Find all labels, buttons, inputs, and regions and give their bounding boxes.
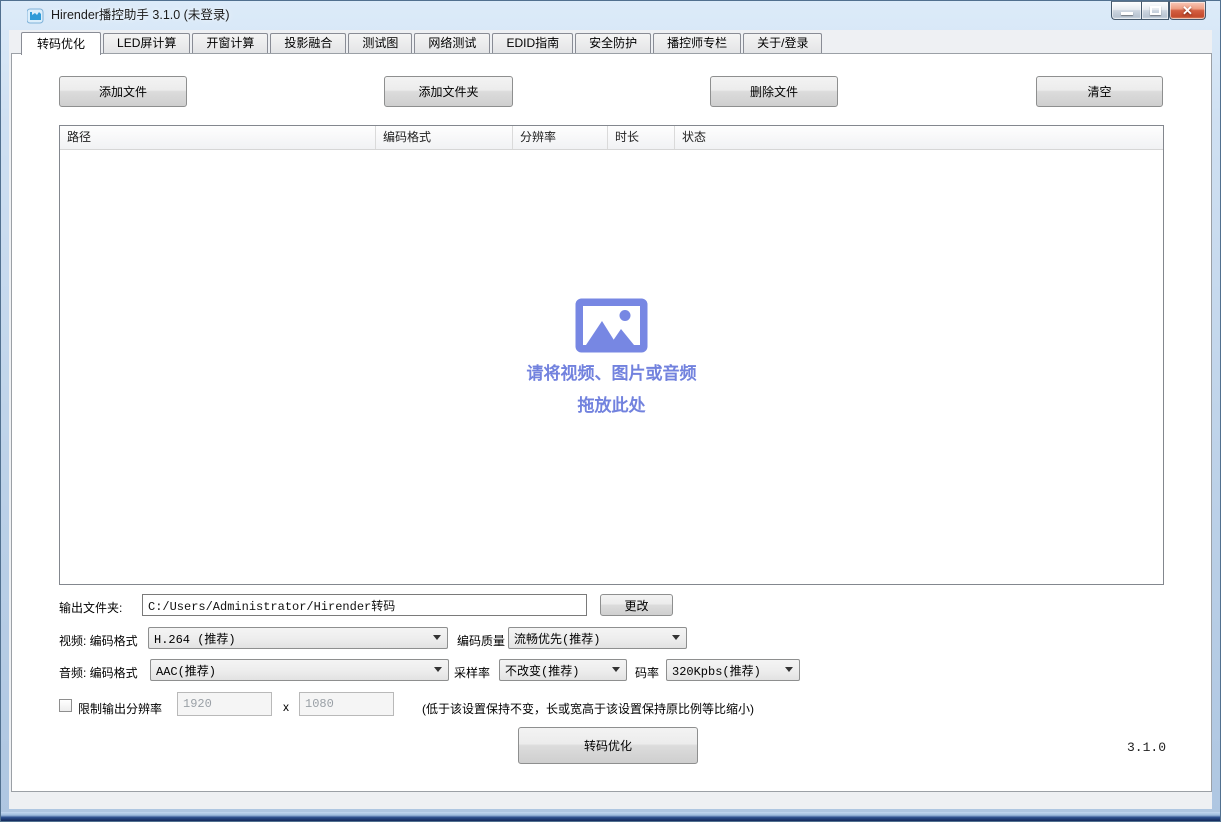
close-button[interactable]: ✕ <box>1169 1 1206 20</box>
drop-zone[interactable]: 请将视频、图片或音频 拖放此处 <box>60 298 1163 414</box>
video-codec-select[interactable]: H.264 (推荐) <box>148 627 448 649</box>
transcode-button[interactable]: 转码优化 <box>518 727 698 764</box>
limit-resolution-checkbox[interactable] <box>59 699 72 712</box>
chevron-down-icon <box>612 667 620 672</box>
drop-hint-line2: 拖放此处 <box>60 397 1163 414</box>
file-table[interactable]: 路径 编码格式 分辨率 时长 状态 请将视频、图片或音频 拖放此处 <box>59 125 1164 585</box>
tab-transcode[interactable]: 转码优化 <box>21 32 101 55</box>
maximize-button[interactable] <box>1141 1 1169 20</box>
image-icon <box>575 298 648 353</box>
column-header-status[interactable]: 状态 <box>675 126 1163 149</box>
tab-security[interactable]: 安全防护 <box>575 33 651 53</box>
tab-about-login[interactable]: 关于/登录 <box>743 33 822 53</box>
title-bar: Hirender播控助手 3.1.0 (未登录) ✕ <box>1 1 1220 30</box>
tab-led-screen-calc[interactable]: LED屏计算 <box>103 33 190 53</box>
tab-window-calc[interactable]: 开窗计算 <box>192 33 268 53</box>
close-icon: ✕ <box>1182 4 1193 17</box>
tab-operator-column[interactable]: 播控师专栏 <box>653 33 741 53</box>
tab-bar: 转码优化 LED屏计算 开窗计算 投影融合 测试图 网络测试 EDID指南 安全… <box>21 32 824 54</box>
column-header-duration[interactable]: 时长 <box>608 126 675 149</box>
transcode-page: 添加文件 添加文件夹 删除文件 清空 路径 编码格式 分辨率 时长 状态 <box>11 53 1212 792</box>
maximize-icon <box>1150 6 1161 15</box>
sample-rate-label: 采样率 <box>454 664 490 681</box>
video-quality-select[interactable]: 流畅优先(推荐) <box>508 627 687 649</box>
audio-codec-label: 音频: 编码格式 <box>59 664 138 681</box>
version-label: 3.1.0 <box>1127 740 1166 755</box>
bitrate-value: 320Kpbs(推荐) <box>672 662 761 679</box>
bitrate-select[interactable]: 320Kpbs(推荐) <box>666 659 800 681</box>
resolution-note: (低于该设置保持不变，长或宽高于该设置保持原比例等比缩小) <box>422 700 754 717</box>
column-header-resolution[interactable]: 分辨率 <box>513 126 608 149</box>
bitrate-label: 码率 <box>635 664 659 681</box>
app-window: Hirender播控助手 3.1.0 (未登录) ✕ 转码优化 LED屏计算 开… <box>0 0 1221 822</box>
video-codec-value: H.264 (推荐) <box>154 630 236 647</box>
tab-projection-fusion[interactable]: 投影融合 <box>270 33 346 53</box>
tab-network-test[interactable]: 网络测试 <box>414 33 490 53</box>
sample-rate-select[interactable]: 不改变(推荐) <box>499 659 627 681</box>
video-codec-label: 视频: 编码格式 <box>59 632 138 649</box>
clear-button[interactable]: 清空 <box>1036 76 1163 107</box>
output-folder-label: 输出文件夹: <box>59 599 122 616</box>
resolution-separator: x <box>283 700 289 714</box>
height-limit-input[interactable] <box>299 692 394 716</box>
video-quality-value: 流畅优先(推荐) <box>514 630 600 647</box>
chevron-down-icon <box>434 667 442 672</box>
delete-file-button[interactable]: 删除文件 <box>710 76 838 107</box>
limit-resolution-label[interactable]: 限制输出分辨率 <box>78 700 162 717</box>
minimize-button[interactable] <box>1111 1 1141 20</box>
output-folder-input[interactable] <box>142 594 587 616</box>
window-controls: ✕ <box>1111 1 1206 20</box>
column-header-path[interactable]: 路径 <box>60 126 376 149</box>
audio-codec-value: AAC(推荐) <box>156 662 216 679</box>
file-table-header: 路径 编码格式 分辨率 时长 状态 <box>60 126 1163 150</box>
audio-codec-select[interactable]: AAC(推荐) <box>150 659 449 681</box>
width-limit-input[interactable] <box>177 692 272 716</box>
tab-edid-guide[interactable]: EDID指南 <box>492 33 573 53</box>
chevron-down-icon <box>785 667 793 672</box>
sample-rate-value: 不改变(推荐) <box>505 662 579 679</box>
column-header-codec[interactable]: 编码格式 <box>376 126 513 149</box>
app-icon <box>27 8 45 24</box>
window-bottom-edge <box>1 812 1220 821</box>
add-folder-button[interactable]: 添加文件夹 <box>384 76 513 107</box>
drop-hint-line1: 请将视频、图片或音频 <box>60 365 1163 382</box>
chevron-down-icon <box>433 635 441 640</box>
chevron-down-icon <box>672 635 680 640</box>
video-quality-label: 编码质量 <box>457 632 505 649</box>
minimize-icon <box>1121 12 1133 15</box>
add-file-button[interactable]: 添加文件 <box>59 76 187 107</box>
tab-test-pattern[interactable]: 测试图 <box>348 33 412 53</box>
window-title: Hirender播控助手 3.1.0 (未登录) <box>51 1 230 30</box>
change-folder-button[interactable]: 更改 <box>600 594 673 616</box>
